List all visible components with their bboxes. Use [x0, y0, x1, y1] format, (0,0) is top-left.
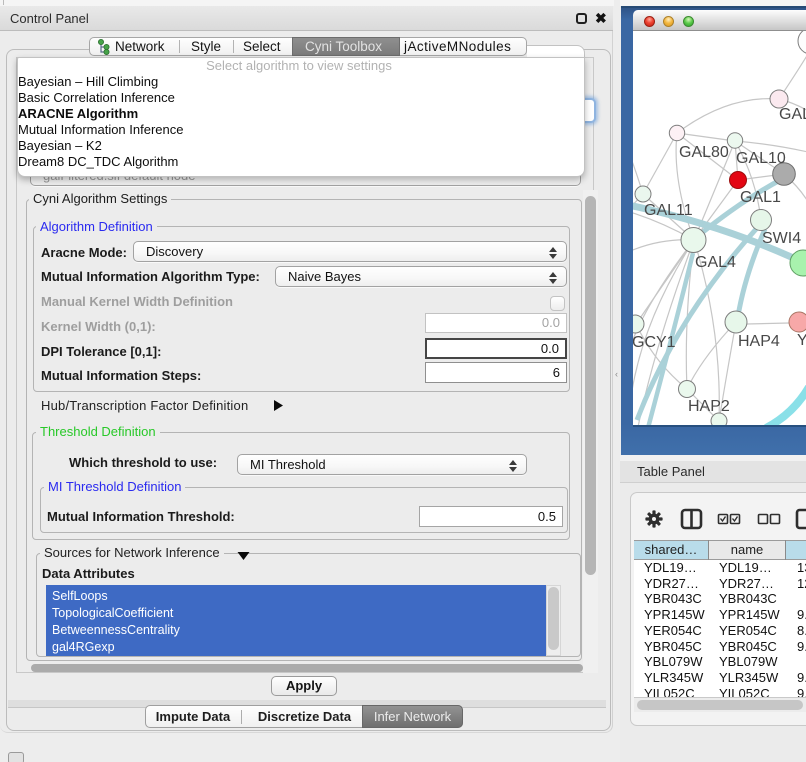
svg-text:GAL4: GAL4 — [695, 254, 736, 271]
svg-text:GAL80: GAL80 — [679, 144, 729, 161]
svg-text:SWI4: SWI4 — [762, 230, 801, 247]
svg-text:Y: Y — [797, 332, 806, 349]
svg-text:GCY1: GCY1 — [633, 334, 676, 351]
svg-text:HAP4: HAP4 — [738, 333, 780, 350]
svg-text:GAL11: GAL11 — [644, 202, 693, 219]
svg-text:HAP2: HAP2 — [688, 398, 730, 415]
svg-text:GAL7: GAL7 — [779, 106, 806, 123]
svg-text:GAL10: GAL10 — [736, 150, 786, 167]
svg-text:GAL1: GAL1 — [740, 189, 781, 206]
